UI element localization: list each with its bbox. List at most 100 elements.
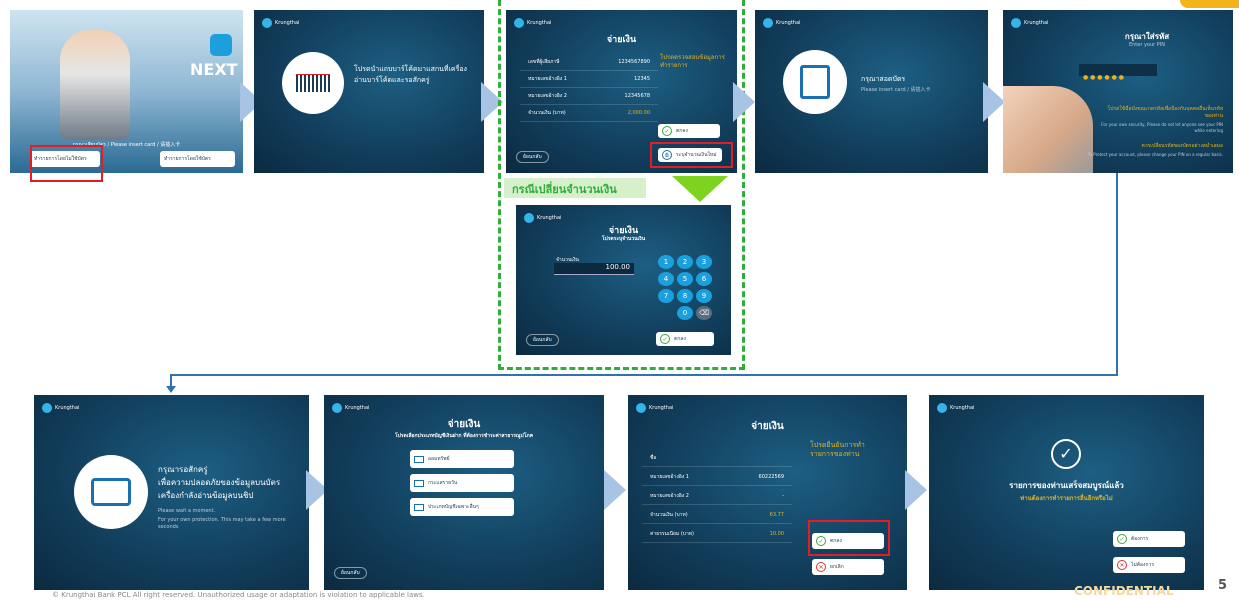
next-label: NEXT — [190, 60, 238, 79]
wait-text-en-1: Please wait a moment. — [158, 508, 216, 514]
key-8[interactable]: 8 — [677, 289, 693, 303]
wait-text-3: เครื่องกำลังอ่านข้อมูลบนชิป — [158, 491, 254, 500]
detail-row: หมายเลขอ้างอิง 2 12345678 — [520, 88, 658, 105]
check-icon: ✓ — [1117, 534, 1127, 544]
insert-card-title: กรุณาสอดบัตร — [861, 75, 906, 83]
card-shield-icon — [74, 455, 148, 529]
highlight-change-amount — [650, 142, 733, 168]
case-banner-label: กรณีเปลี่ยนจำนวนเงิน — [512, 183, 617, 196]
key-0[interactable]: 0 — [677, 306, 693, 320]
account-option-savings[interactable]: ออมทรัพย์ — [410, 450, 514, 468]
verify-note: โปรดตรวจสอบข้อมูลการทำรายการ — [660, 54, 725, 69]
krungthai-logo: Krungthai — [262, 18, 299, 28]
page-subtitle: โปรดเลือกประเภทบัญชีเงินฝาก ที่ต้องการชำ… — [394, 433, 534, 439]
insert-card-icon — [783, 50, 847, 114]
key-5[interactable]: 5 — [677, 272, 693, 286]
key-3[interactable]: 3 — [696, 255, 712, 269]
krungthai-logo: Krungthai — [332, 403, 369, 413]
detail-row: ค่าธรรมเนียม (บาท) 10.00 — [642, 526, 792, 543]
flow-connector-horizontal — [170, 374, 1118, 376]
no-more-button[interactable]: ✕ ไม่ต้องการ — [1113, 557, 1185, 573]
account-icon — [414, 479, 424, 487]
screen-complete: Krungthai ✓ รายการของท่านเสร็จสมบูรณ์แล้… — [929, 395, 1204, 590]
cardless-atm-label: ทำรายการโดยใช้บัตร — [164, 156, 211, 162]
amount-input[interactable]: 100.00 — [554, 263, 634, 275]
screen-pin-entry: Krungthai กรุณาใส่รหัส Enter your PIN ● … — [1003, 10, 1233, 173]
back-button[interactable]: ย้อนกลับ — [334, 567, 367, 579]
krungthai-logo: Krungthai — [763, 18, 800, 28]
hand-keypad-photo — [1003, 86, 1093, 173]
key-1[interactable]: 1 — [658, 255, 674, 269]
screen-barcode: Krungthai โปรดนำแถบบาร์โค้ดมาแสกนที่เครื… — [254, 10, 484, 173]
pin-note-2-en: To Protect your account, please change y… — [1087, 152, 1223, 157]
key-6[interactable]: 6 — [696, 272, 712, 286]
flow-arrow — [983, 82, 1005, 122]
confirm-note: โปรดยืนยันการทำรายการของท่าน — [810, 441, 865, 458]
pin-note-2: ควรเปลี่ยนรหัสของบัตรอย่างสม่ำเสมอ — [1141, 143, 1223, 149]
back-button[interactable]: ย้อนกลับ — [516, 151, 549, 163]
account-icon — [414, 503, 424, 511]
detail-row: หมายเลขอ้างอิง 2- — [642, 488, 792, 505]
krungthai-app-icon — [210, 34, 232, 56]
krungthai-logo: Krungthai — [1011, 18, 1048, 28]
flow-arrow — [733, 82, 755, 122]
page-title: จ่ายเงิน — [447, 419, 481, 430]
cardless-atm-button[interactable]: ทำรายการโดยใช้บัตร — [160, 151, 235, 167]
krungthai-logo: Krungthai — [514, 18, 551, 28]
wait-text-en-2: For your own protection. This may take a… — [158, 517, 286, 530]
copyright-text: © Krungthai Bank PCL All right reserved.… — [52, 591, 425, 599]
down-arrow — [672, 176, 728, 202]
krungthai-logo: Krungthai — [42, 403, 79, 413]
screen-amount-keypad: Krungthai จ่ายเงิน โปรดระบุจำนวนเงิน จำน… — [516, 205, 731, 355]
key-7[interactable]: 7 — [658, 289, 674, 303]
detail-row: เลขที่ผู้เสียภาษี 1234567890 — [520, 54, 658, 71]
detail-row: หมายเลขอ้างอิง 1 12345 — [520, 71, 658, 88]
pin-sub: Enter your PIN — [1128, 42, 1166, 48]
detail-row: หมายเลขอ้างอิง 1 60222569 — [642, 469, 792, 486]
krungthai-logo: Krungthai — [636, 403, 673, 413]
cancel-icon: ✕ — [1117, 560, 1127, 570]
screen-confirm-transaction: Krungthai จ่ายเงิน ชื่อ หมายเลขอ้างอิง 1… — [628, 395, 907, 590]
check-icon: ✓ — [660, 334, 670, 344]
key-2[interactable]: 2 — [677, 255, 693, 269]
page-title: จ่ายเงิน — [751, 421, 784, 432]
page-title: จ่ายเงิน — [606, 35, 637, 45]
key-4[interactable]: 4 — [658, 272, 674, 286]
wait-text-2: เพื่อความปลอดภัยของข้อมูลบนบัตร — [158, 478, 281, 487]
success-check-icon: ✓ — [1051, 439, 1081, 469]
key-9[interactable]: 9 — [696, 289, 712, 303]
detail-row: ชื่อ — [642, 450, 792, 467]
key-blank — [658, 306, 674, 320]
page-number: 5 — [1218, 578, 1228, 593]
pin-note-1: โปรดใช้มือบังขณะกดรหัสเพื่อป้องกันบุคคลอ… — [1107, 106, 1223, 119]
screen-insert-card: Krungthai กรุณาสอดบัตร Please insert car… — [755, 10, 988, 173]
cancel-icon: ✕ — [816, 562, 826, 572]
corner-brand-tab — [1180, 0, 1239, 8]
insert-card-sub: Please insert card / 请插入卡 — [861, 87, 931, 93]
flow-arrow — [604, 470, 626, 510]
account-option-current[interactable]: กระแสรายวัน — [410, 474, 514, 492]
wait-text-1: กรุณารอสักครู่ — [158, 465, 208, 474]
want-more-button[interactable]: ✓ ต้องการ — [1113, 531, 1185, 547]
screen-account-type: Krungthai จ่ายเงิน โปรดเลือกประเภทบัญชีเ… — [324, 395, 604, 590]
page-subtitle: โปรดระบุจำนวนเงิน — [601, 236, 646, 242]
pin-field[interactable]: ● ● ● ● ● ● — [1079, 64, 1157, 81]
account-icon — [414, 455, 424, 463]
account-option-other[interactable]: ประเภทบัญชีเฉพาะอื่นๆ — [410, 498, 514, 516]
highlight-cardless — [30, 145, 103, 182]
detail-row: จำนวนเงิน (บาท) 2,000.00 — [520, 105, 658, 122]
barcode-instruction: โปรดนำแถบบาร์โค้ดมาแสกนที่เครื่องอ่านบาร… — [354, 65, 467, 84]
barcode-scan-icon — [282, 52, 344, 114]
flow-connector-arrowhead — [166, 386, 176, 393]
highlight-confirm — [808, 520, 890, 556]
krungthai-logo: Krungthai — [524, 213, 561, 223]
cancel-button[interactable]: ✕ ยกเลิก — [812, 559, 884, 575]
confirm-button[interactable]: ✓ ตกลง — [656, 332, 714, 346]
key-delete[interactable]: ⌫ — [696, 306, 712, 320]
detail-row: จำนวนเงิน (บาท) 63.77 — [642, 507, 792, 524]
ask-more-text: ท่านต้องการทำรายการอื่นอีกหรือไม่ — [1020, 495, 1113, 502]
back-button[interactable]: ย้อนกลับ — [526, 334, 559, 346]
confirm-button[interactable]: ✓ ตกลง — [658, 124, 720, 138]
screen-reading-chip: Krungthai กรุณารอสักครู่ เพื่อความปลอดภั… — [34, 395, 309, 590]
krungthai-logo: Krungthai — [937, 403, 974, 413]
